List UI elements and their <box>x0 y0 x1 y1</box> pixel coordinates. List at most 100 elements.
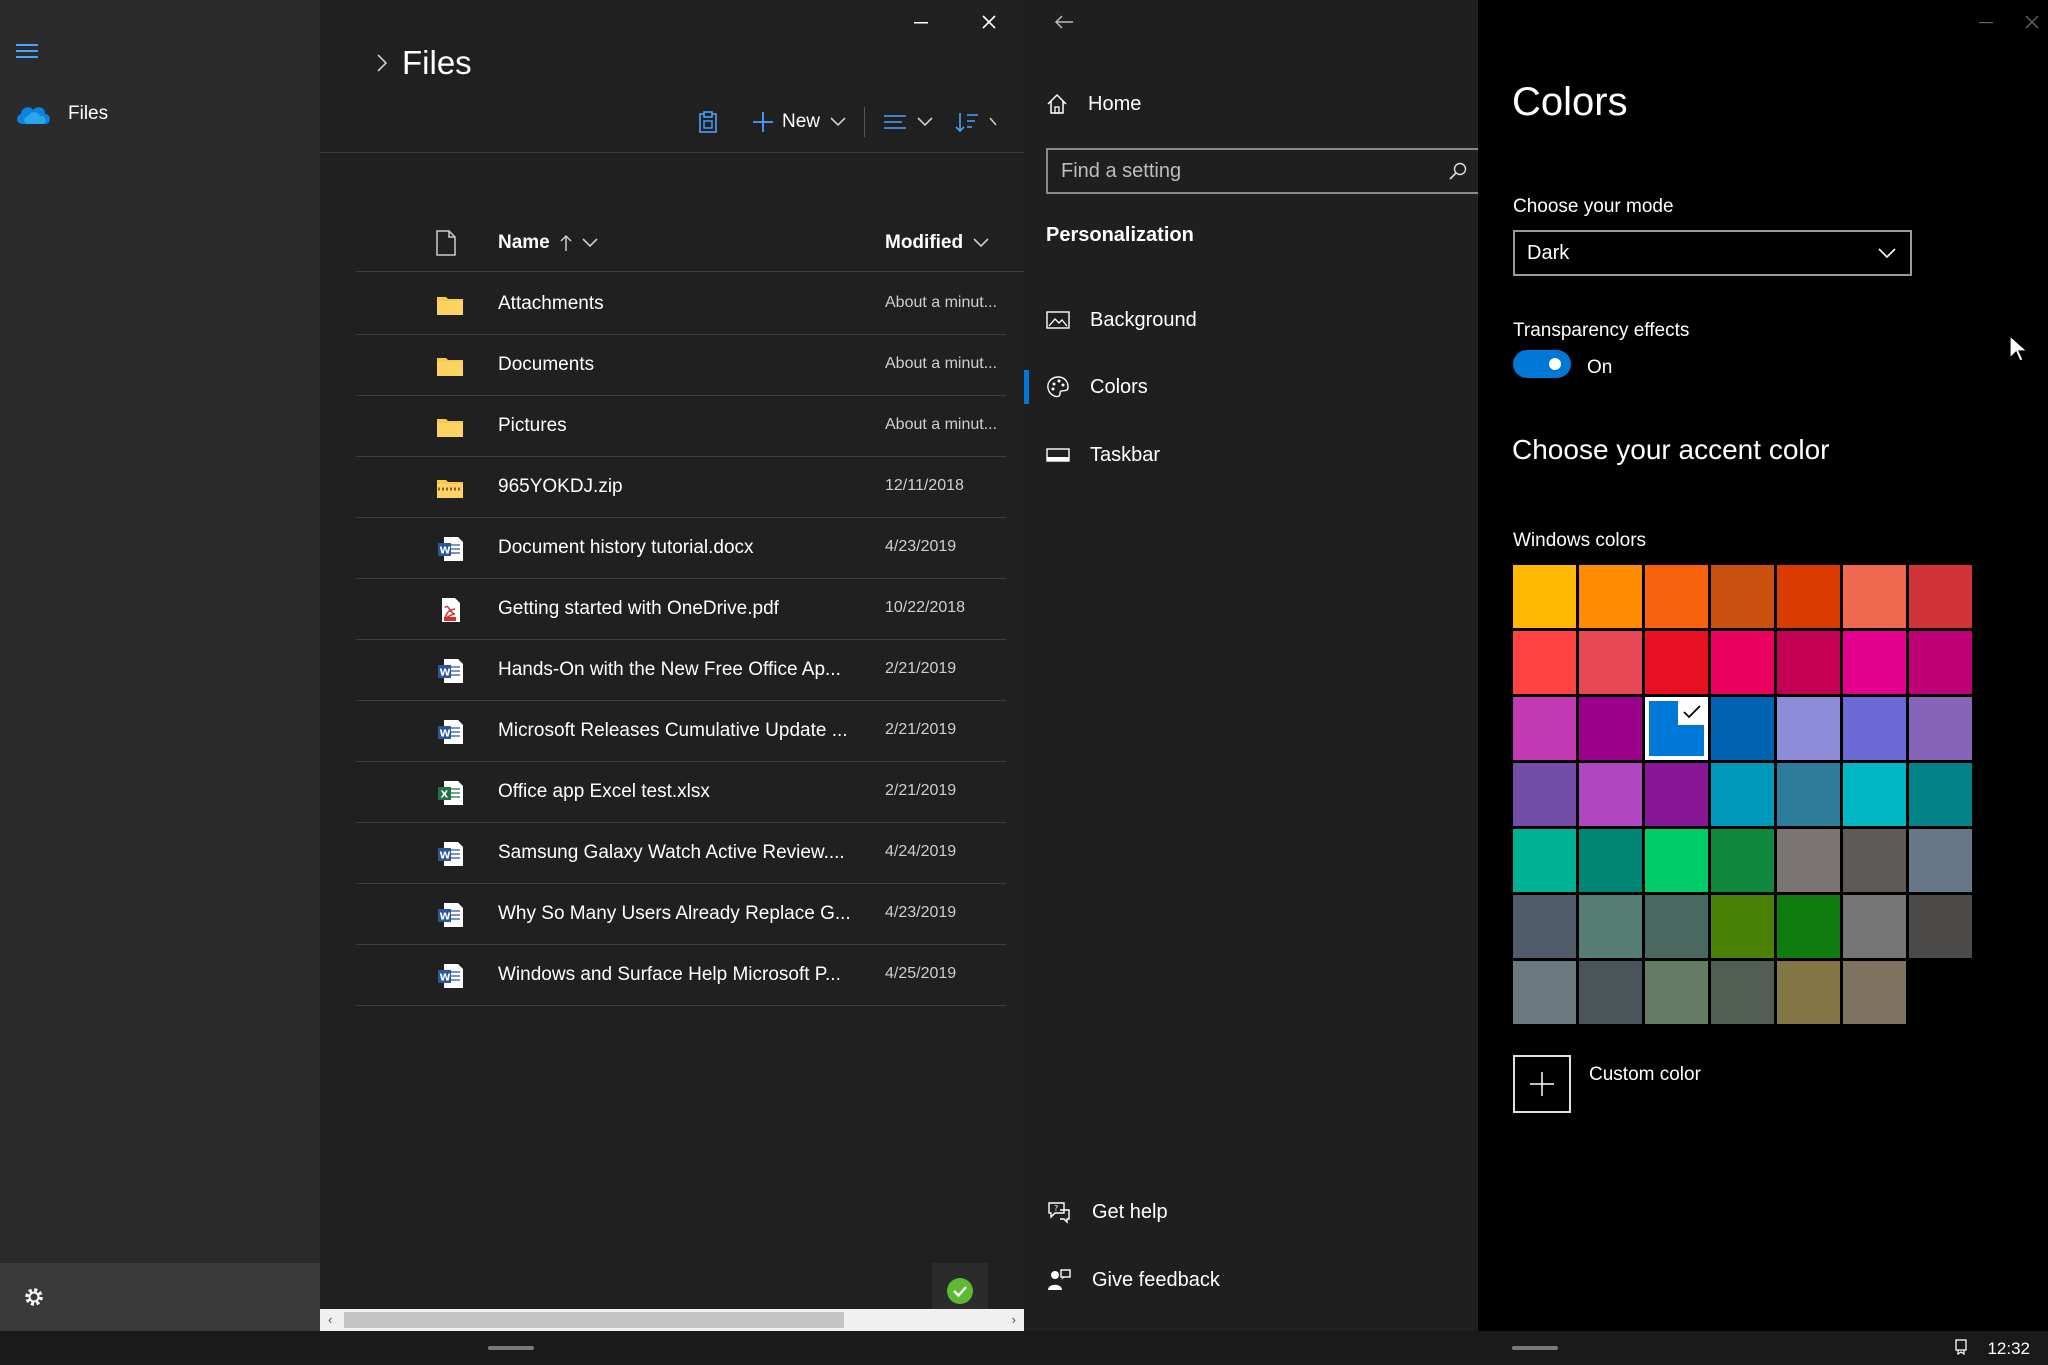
accent-swatch[interactable] <box>1843 631 1906 694</box>
accent-swatch[interactable] <box>1513 565 1576 628</box>
accent-swatch[interactable] <box>1777 763 1840 826</box>
accent-swatch[interactable] <box>1579 763 1642 826</box>
accent-swatch[interactable] <box>1711 565 1774 628</box>
accent-swatch[interactable] <box>1777 631 1840 694</box>
get-help-link[interactable]: ? Get help <box>1046 1192 1168 1232</box>
chevron-right-icon[interactable] <box>376 53 388 73</box>
accent-swatch[interactable] <box>1909 631 1972 694</box>
accent-swatch[interactable] <box>1843 697 1906 760</box>
taskbar-clock[interactable]: 12:32 <box>1987 1339 2030 1359</box>
accent-swatch[interactable] <box>1909 565 1972 628</box>
table-row[interactable]: W Microsoft Releases Cumulative Update ..… <box>356 701 1006 762</box>
accent-swatch[interactable] <box>1513 763 1576 826</box>
accent-swatch[interactable] <box>1711 763 1774 826</box>
table-row[interactable]: W Windows and Surface Help Microsoft P...… <box>356 945 1006 1006</box>
horizontal-scrollbar[interactable]: ‹ › <box>320 1309 1024 1331</box>
accent-swatch[interactable] <box>1777 697 1840 760</box>
accent-swatch[interactable] <box>1711 697 1774 760</box>
find-setting-search[interactable] <box>1046 148 1480 194</box>
close-button[interactable] <box>2012 2 2048 42</box>
transparency-toggle[interactable] <box>1513 350 1571 378</box>
column-header-modified[interactable]: Modified <box>885 232 989 254</box>
nav-item-files[interactable]: Files <box>14 96 304 132</box>
accent-swatch[interactable] <box>1909 763 1972 826</box>
column-header-name[interactable]: Name <box>498 232 598 254</box>
accent-swatch[interactable] <box>1513 895 1576 958</box>
table-row[interactable]: W Samsung Galaxy Watch Active Review.... 4… <box>356 823 1006 884</box>
table-row[interactable]: W Document history tutorial.docx 4/23/2019 <box>356 518 1006 579</box>
accent-swatch[interactable] <box>1711 961 1774 1024</box>
file-name: Attachments <box>498 293 604 314</box>
accent-swatch[interactable] <box>1909 829 1972 892</box>
accent-swatch[interactable] <box>1711 895 1774 958</box>
scrollbar-thumb[interactable] <box>344 1312 844 1328</box>
table-row[interactable]: 965YOKDJ.zip 12/11/2018 <box>356 457 1006 518</box>
file-type-header-icon[interactable] <box>436 230 456 256</box>
scroll-right-icon[interactable]: › <box>1012 1312 1016 1327</box>
settings-nav-background[interactable]: Background <box>1046 300 1197 340</box>
accent-swatch[interactable] <box>1645 763 1708 826</box>
window-drag-handle[interactable] <box>1512 1346 1558 1350</box>
window-drag-handle[interactable] <box>488 1346 534 1350</box>
accent-swatch[interactable] <box>1843 565 1906 628</box>
accent-swatch[interactable] <box>1645 961 1708 1024</box>
accent-swatch[interactable] <box>1579 829 1642 892</box>
accent-swatch[interactable] <box>1909 697 1972 760</box>
accent-swatch[interactable] <box>1777 961 1840 1024</box>
notification-tray-icon[interactable] <box>1954 1338 1968 1356</box>
accent-swatch[interactable] <box>1645 829 1708 892</box>
accent-swatch[interactable] <box>1843 763 1906 826</box>
accent-swatch[interactable] <box>1711 631 1774 694</box>
minimize-button[interactable] <box>1966 2 2006 42</box>
view-options-button[interactable] <box>877 104 939 140</box>
accent-swatch[interactable] <box>1513 697 1576 760</box>
minimize-button[interactable] <box>901 2 941 42</box>
accent-swatch[interactable] <box>1645 895 1708 958</box>
onedrive-settings-button[interactable] <box>0 1263 320 1331</box>
accent-swatch[interactable] <box>1777 895 1840 958</box>
accent-swatch[interactable] <box>1843 895 1906 958</box>
accent-swatch[interactable] <box>1711 829 1774 892</box>
accent-swatch[interactable] <box>1909 895 1972 958</box>
back-button[interactable] <box>1044 4 1084 40</box>
give-feedback-link[interactable]: Give feedback <box>1046 1260 1220 1300</box>
table-row[interactable]: Attachments About a minut... <box>356 274 1006 335</box>
accent-swatch[interactable] <box>1579 895 1642 958</box>
table-row[interactable]: W Hands-On with the New Free Office Ap...… <box>356 640 1006 701</box>
accent-swatch[interactable] <box>1579 631 1642 694</box>
settings-nav-taskbar[interactable]: Taskbar <box>1046 435 1160 475</box>
accent-swatch[interactable] <box>1513 631 1576 694</box>
paste-button[interactable] <box>690 104 726 140</box>
onedrive-cloud-icon <box>14 102 52 126</box>
accent-swatch[interactable] <box>1579 565 1642 628</box>
mode-dropdown[interactable]: Dark <box>1513 230 1912 276</box>
accent-swatch[interactable] <box>1843 829 1906 892</box>
sort-button[interactable] <box>949 104 1003 140</box>
file-modified: 10/22/2018 <box>885 599 966 616</box>
table-row[interactable]: W Why So Many Users Already Replace G... 4… <box>356 884 1006 945</box>
search-icon[interactable] <box>1438 162 1478 180</box>
custom-color-button[interactable]: Custom color <box>1513 1055 1701 1113</box>
file-name: Windows and Surface Help Microsoft P... <box>498 964 841 985</box>
accent-swatch[interactable] <box>1843 961 1906 1024</box>
accent-swatch[interactable] <box>1579 961 1642 1024</box>
accent-swatch[interactable] <box>1777 565 1840 628</box>
settings-nav-colors[interactable]: Colors <box>1046 367 1148 407</box>
table-row[interactable]: X Office app Excel test.xlsx 2/21/2019 <box>356 762 1006 823</box>
table-row[interactable]: Documents About a minut... <box>356 335 1006 396</box>
table-row[interactable]: Pictures About a minut... <box>356 396 1006 457</box>
accent-swatch[interactable] <box>1645 565 1708 628</box>
table-row[interactable]: Getting started with OneDrive.pdf 10/22/2… <box>356 579 1006 640</box>
settings-nav-home[interactable]: Home <box>1046 84 1141 124</box>
search-input[interactable] <box>1048 150 1438 192</box>
hamburger-menu-icon[interactable] <box>16 38 52 64</box>
new-button[interactable]: New <box>746 104 852 140</box>
close-button[interactable] <box>969 2 1009 42</box>
accent-swatch[interactable] <box>1513 829 1576 892</box>
accent-swatch[interactable] <box>1645 631 1708 694</box>
accent-swatch[interactable] <box>1579 697 1642 760</box>
accent-swatch[interactable] <box>1777 829 1840 892</box>
accent-swatch-selected[interactable] <box>1645 697 1708 760</box>
accent-swatch[interactable] <box>1513 961 1576 1024</box>
scroll-left-icon[interactable]: ‹ <box>328 1312 332 1327</box>
